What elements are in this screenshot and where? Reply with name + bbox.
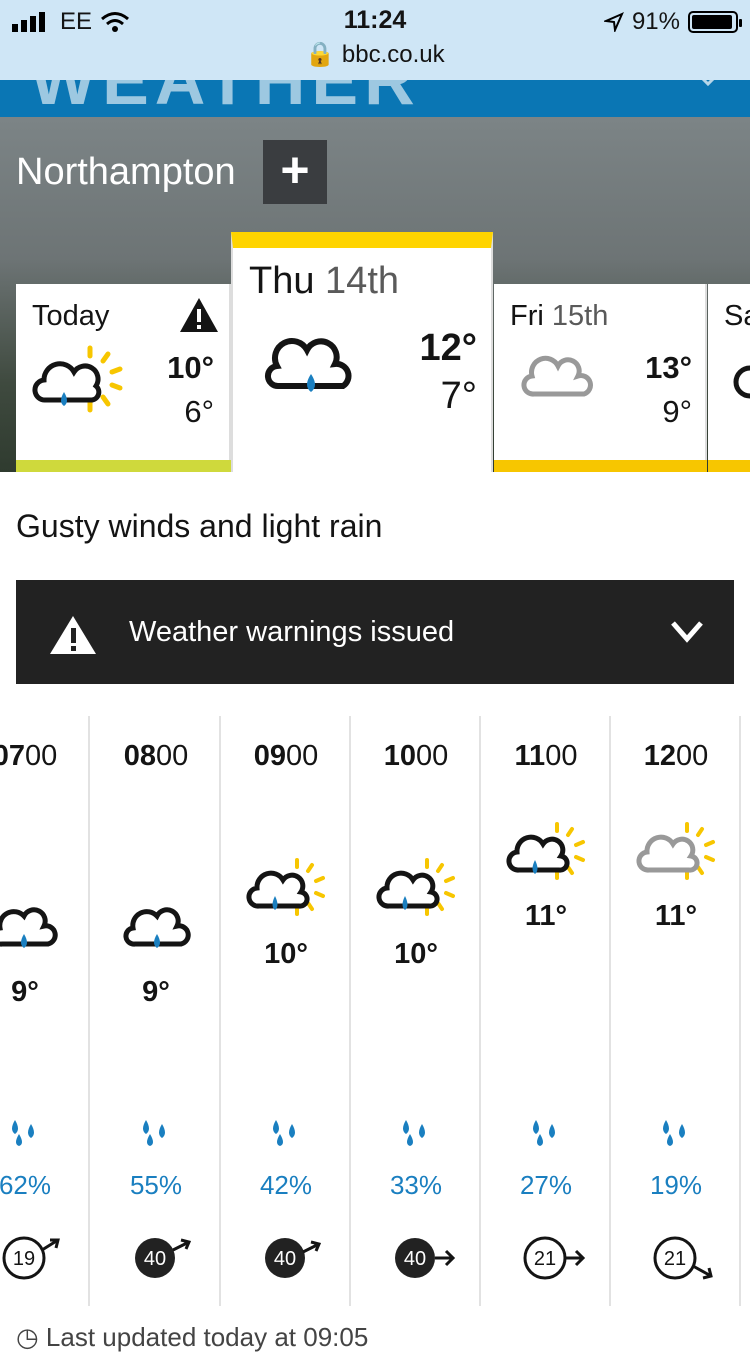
status-bar: EE 11:24 🔒 bbc.co.uk 91% (0, 0, 750, 80)
cloud-rain-sun-icon (32, 345, 123, 413)
last-updated: ◷ Last updated today at 09:05 (16, 1322, 368, 1353)
wind-direction-icon: 19 (2, 1236, 60, 1280)
wind-direction-icon: 40 (395, 1238, 456, 1278)
forecast-summary: Gusty winds and light rain (16, 508, 383, 544)
battery-percent: 91% (631, 8, 680, 35)
high-temp: 13° (645, 350, 692, 385)
hour-time: 1100 (514, 740, 578, 772)
hour-column[interactable]: 1100 11° 27% 21 (481, 716, 611, 1306)
low-temp: 9° (662, 394, 692, 429)
day-label: Sa (724, 300, 750, 332)
precip-chance: 33% (389, 1170, 443, 1200)
cloud-rain-icon (0, 907, 58, 948)
wind-direction-icon: 21 (523, 1236, 586, 1280)
wind-speed: 21 (664, 1248, 686, 1270)
cloud-partial-icon (733, 365, 750, 399)
wind-direction-icon: 40 (265, 1238, 322, 1278)
wind-speed: 19 (13, 1248, 35, 1270)
wind-direction-icon: 21 (653, 1236, 713, 1280)
cloud-rain-sun-icon (246, 858, 325, 916)
wind-speed: 40 (144, 1248, 166, 1270)
weather-warnings-banner[interactable]: Weather warnings issued (16, 580, 734, 684)
precip-chance: 62% (0, 1170, 52, 1200)
today-temps: 10° 6° (146, 346, 214, 434)
clock-icon: ◷ (16, 1322, 39, 1352)
header-title: WEATHER (30, 80, 421, 117)
chevron-down-icon[interactable] (696, 80, 720, 88)
wind-speed: 40 (404, 1248, 426, 1270)
hour-time: 1200 (643, 740, 709, 772)
battery-status: 91% (603, 8, 742, 36)
low-temp: 7° (440, 375, 477, 417)
raindrops-icon (403, 1120, 425, 1146)
cloud-rain-sun-icon (376, 858, 455, 916)
forecast-hero: Northampton + Today 10° 6° Thu 14th 12° … (0, 117, 750, 472)
cloud-rain-sun-icon (506, 822, 585, 880)
hour-temp: 10° (264, 938, 308, 970)
hour-time: 1000 (383, 740, 449, 772)
battery-icon (688, 11, 742, 33)
raindrops-icon (663, 1120, 685, 1146)
high-temp: 10° (167, 350, 214, 385)
sat-strip (708, 460, 750, 472)
location-arrow-icon (603, 12, 624, 32)
hour-time: 0900 (253, 740, 319, 772)
hour-time: 0700 (0, 740, 58, 772)
hour-temp: 10° (394, 938, 438, 970)
thu-temps: 12° 7° (403, 324, 477, 420)
hour-column[interactable]: 0800 9° 55% 40 (91, 716, 221, 1306)
raindrops-icon (143, 1120, 165, 1146)
precip-chance: 19% (649, 1170, 703, 1200)
raindrops-icon (273, 1120, 295, 1146)
cloud-sun-icon (636, 822, 715, 880)
hour-time: 0800 (123, 740, 189, 772)
warning-icon (180, 298, 218, 332)
day-card-sat[interactable]: Sa (708, 284, 750, 472)
fri-strip (494, 460, 707, 472)
precip-chance: 27% (519, 1170, 573, 1200)
wind-speed: 21 (534, 1248, 556, 1270)
high-temp: 12° (419, 327, 477, 369)
hour-temp: 9° (11, 976, 39, 1008)
lock-icon: 🔒 (305, 41, 336, 68)
url-text: bbc.co.uk (341, 41, 445, 68)
low-temp: 6° (184, 394, 214, 429)
raindrops-icon (12, 1120, 34, 1146)
wind-speed: 40 (274, 1248, 296, 1270)
day-card-today[interactable]: Today 10° 6° (16, 284, 231, 472)
today-strip (16, 460, 231, 472)
last-updated-text: Last updated today at 09:05 (45, 1322, 369, 1352)
fri-temps: 13° 9° (624, 346, 692, 434)
weather-header: WEATHER (0, 80, 750, 117)
wind-direction-icon: 40 (135, 1238, 192, 1278)
location-name: Northampton (16, 151, 236, 193)
hourly-forecast[interactable]: 0700 9° 62% 19 0800 9° 55% 40 0900 10° 4… (0, 716, 750, 1306)
hour-column[interactable]: 0900 10° 42% 40 (221, 716, 351, 1306)
warnings-label: Weather warnings issued (129, 616, 455, 648)
precip-chance: 55% (129, 1170, 183, 1200)
cloud-rain-icon (123, 907, 191, 948)
hour-column[interactable]: 1000 10° 33% 40 (351, 716, 481, 1306)
day-card-thu[interactable]: Thu 14th 12° 7° (231, 232, 493, 472)
add-location-button[interactable]: + (263, 140, 327, 204)
warning-icon (50, 616, 96, 654)
hour-column[interactable]: 1200 11° 19% 21 (611, 716, 741, 1306)
raindrops-icon (533, 1120, 555, 1146)
precip-chance: 42% (259, 1170, 313, 1200)
chevron-down-icon[interactable] (670, 620, 704, 644)
hour-temp: 11° (654, 900, 698, 932)
cloud-icon (521, 355, 593, 397)
hour-column[interactable]: 0700 9° 62% 19 (0, 716, 90, 1306)
hour-temp: 11° (524, 900, 568, 932)
day-card-fri[interactable]: Fri 15th 13° 9° (494, 284, 707, 472)
cloud-rain-icon (265, 338, 352, 392)
hour-temp: 9° (142, 976, 170, 1008)
day-label: Thu 14th (249, 260, 400, 302)
address-bar[interactable]: 🔒 bbc.co.uk (0, 40, 750, 69)
day-label: Fri 15th (510, 300, 609, 332)
day-label: Today (32, 300, 110, 332)
